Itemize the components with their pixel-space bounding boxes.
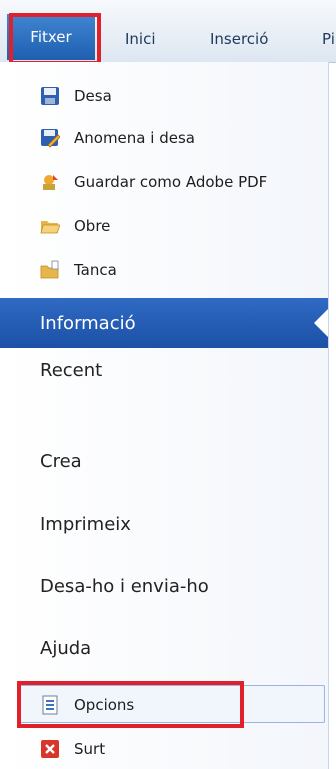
section-share-label: Desa-ho i envia-ho xyxy=(40,575,209,597)
tab-home[interactable]: Inici xyxy=(125,0,156,62)
close-label: Tanca xyxy=(74,261,117,279)
save-icon xyxy=(40,86,60,106)
open-label: Obre xyxy=(74,217,111,235)
open-command[interactable]: Obre xyxy=(0,206,328,246)
close-folder-icon xyxy=(40,260,60,280)
save-as-command[interactable]: Anomena i desa xyxy=(0,118,328,158)
save-label: Desa xyxy=(74,87,112,105)
backstage-menu: Desa Anomena i desa Guardar como Adobe P… xyxy=(0,62,329,769)
section-print[interactable]: Imprimeix xyxy=(0,499,328,549)
save-as-label: Anomena i desa xyxy=(74,129,195,147)
close-command[interactable]: Tanca xyxy=(0,250,328,290)
section-info[interactable]: Informació xyxy=(0,298,328,348)
options-icon xyxy=(40,695,60,715)
tab-insert[interactable]: Inserció xyxy=(210,0,268,62)
options-command[interactable]: Opcions xyxy=(0,685,328,725)
tab-next[interactable]: Pi xyxy=(322,0,335,62)
save-command[interactable]: Desa xyxy=(0,76,328,116)
active-indicator-arrow xyxy=(314,309,328,337)
adobe-pdf-icon xyxy=(40,172,60,192)
save-as-icon xyxy=(40,128,61,148)
section-recent-label: Recent xyxy=(40,359,103,381)
exit-command[interactable]: Surt xyxy=(0,729,328,769)
section-new-label: Crea xyxy=(40,450,82,472)
tab-file[interactable]: Fitxer xyxy=(7,14,95,60)
section-print-label: Imprimeix xyxy=(40,513,131,535)
section-help-label: Ajuda xyxy=(40,637,92,659)
ribbon-tab-bar: Fitxer Inici Inserció Pi xyxy=(0,0,336,63)
section-info-label: Informació xyxy=(40,312,136,334)
exit-icon xyxy=(40,739,60,759)
exit-label: Surt xyxy=(74,740,106,758)
options-label: Opcions xyxy=(74,696,135,714)
section-recent[interactable]: Recent xyxy=(0,345,328,395)
save-as-pdf-command[interactable]: Guardar como Adobe PDF xyxy=(0,162,328,202)
backstage-window: Fitxer Inici Inserció Pi Desa Anomena i … xyxy=(0,0,336,769)
save-as-pdf-label: Guardar como Adobe PDF xyxy=(74,173,268,191)
open-folder-icon xyxy=(40,216,61,236)
section-share[interactable]: Desa-ho i envia-ho xyxy=(0,561,328,611)
section-new[interactable]: Crea xyxy=(0,436,328,486)
section-help[interactable]: Ajuda xyxy=(0,623,328,673)
